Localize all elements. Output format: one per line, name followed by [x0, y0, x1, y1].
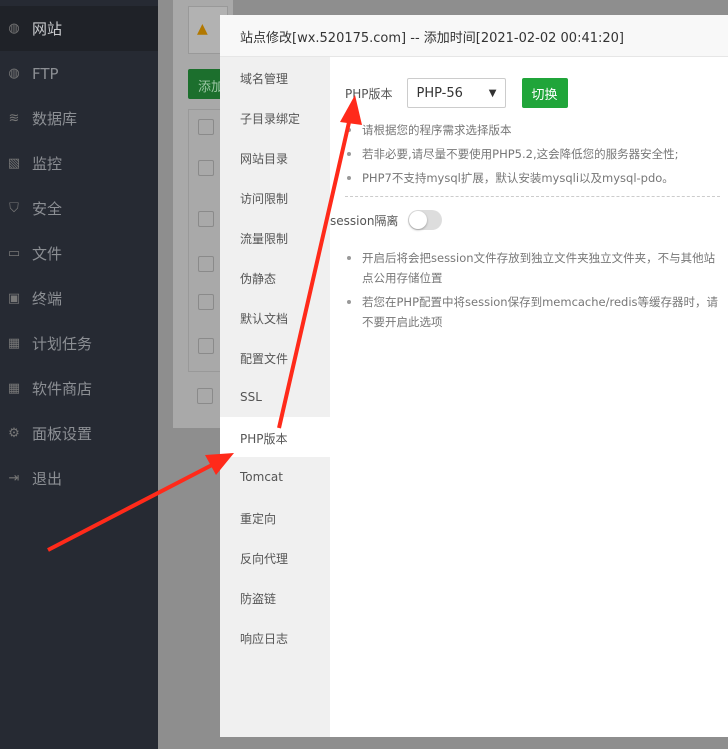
session-tips: 开启后将会把session文件存放到独立文件夹独立文件夹，不与其他站点公用存储位…	[345, 246, 720, 334]
ftp-icon: ◍	[8, 66, 20, 81]
sidebar-item[interactable]: ⛉ 安全	[0, 186, 158, 231]
php-version-select[interactable]: PHP-56 ▼	[406, 78, 506, 108]
modal-menu-item[interactable]: 反向代理	[220, 537, 330, 577]
modal-menu-item[interactable]: 重定向	[220, 497, 330, 537]
php-version-label: PHP版本	[345, 86, 393, 101]
sidebar-item-label: 软件商店	[32, 380, 93, 398]
tip: PHP7不支持mysql扩展，默认安装mysqli以及mysql-pdo。	[345, 166, 720, 190]
sidebar-item-label: 终端	[32, 290, 63, 308]
tip: 请根据您的程序需求选择版本	[345, 118, 720, 142]
modal-menu-item[interactable]: 响应日志	[220, 617, 330, 657]
modal-menu-item[interactable]: 流量限制	[220, 217, 330, 257]
sidebar-item-label: 面板设置	[32, 425, 93, 443]
sidebar-item[interactable]: ⚙ 面板设置	[0, 411, 158, 456]
checkbox[interactable]	[198, 119, 214, 135]
selected-value: PHP-56	[416, 85, 463, 101]
modal-menu-item[interactable]: SSL	[220, 377, 330, 417]
sidebar: ◍ 网站 ◍ FTP ≋ 数据库 ▧ 监控 ⛉ 安全 ▭ 文件 ▣ 终端 ▦ 计划任务 ▦ 软件商店 ⚙ 面板设置 ⇥ 退…	[0, 0, 158, 749]
switch-button[interactable]: 切换	[521, 78, 568, 108]
sidebar-item-label: 网站	[32, 20, 63, 38]
sidebar-item[interactable]: ▦ 软件商店	[0, 366, 158, 411]
sidebar-item[interactable]: ⇥ 退出	[0, 456, 158, 501]
modal-menu: 域名管理 子目录绑定 网站目录 访问限制 流量限制 伪静态 默认文档 配置文件 SSL PHP版本…	[220, 57, 330, 737]
sidebar-item-label: 文件	[32, 245, 63, 263]
checkbox[interactable]	[198, 294, 214, 310]
folder-icon: ▭	[7, 246, 21, 261]
sidebar-item[interactable]: ◍ 网站	[0, 6, 158, 51]
modal-title: 站点修改[wx.520175.com] -- 添加时间[2021-02-02 0…	[220, 15, 728, 57]
sidebar-item-label: 数据库	[32, 110, 78, 128]
sidebar-item-label: FTP	[32, 64, 59, 83]
sidebar-item[interactable]: ▭ 文件	[0, 231, 158, 276]
chevron-down-icon: ▼	[488, 87, 497, 99]
sidebar-item-label: 监控	[32, 155, 63, 173]
database-icon: ≋	[8, 111, 20, 126]
session-toggle[interactable]	[408, 210, 443, 230]
logout-icon: ⇥	[8, 471, 20, 486]
checkbox[interactable]	[198, 211, 214, 227]
divider	[345, 196, 720, 197]
sidebar-item[interactable]: ◍ FTP	[0, 51, 158, 96]
sidebar-item-label: 安全	[32, 200, 63, 218]
checkbox[interactable]	[198, 338, 214, 354]
tip: 若您在PHP配置中将session保存到memcache/redis等缓存器时，…	[345, 290, 720, 334]
modal-menu-item[interactable]: 域名管理	[220, 57, 330, 97]
sidebar-item-label: 计划任务	[32, 335, 93, 353]
modal-menu-item[interactable]: 伪静态	[220, 257, 330, 297]
gear-icon: ⚙	[8, 426, 20, 441]
terminal-icon: ▣	[7, 291, 21, 306]
shield-icon: ⛉	[9, 201, 19, 216]
modal-menu-item[interactable]: 防盗链	[220, 577, 330, 617]
tip: 开启后将会把session文件存放到独立文件夹独立文件夹，不与其他站点公用存储位…	[345, 246, 720, 290]
tip: 若非必要,请尽量不要使用PHP5.2,这会降低您的服务器安全性;	[345, 142, 720, 166]
session-label: session隔离	[330, 213, 399, 228]
sidebar-item[interactable]: ▦ 计划任务	[0, 321, 158, 366]
php-version-panel: PHP版本 PHP-56 ▼ 切换 请根据您的程序需求选择版本 若非必要,请尽量…	[330, 57, 728, 737]
modal-menu-item[interactable]: 网站目录	[220, 137, 330, 177]
sidebar-item[interactable]: ▣ 终端	[0, 276, 158, 321]
grid-icon: ▦	[7, 381, 21, 396]
sidebar-item[interactable]: ≋ 数据库	[0, 96, 158, 141]
checkbox[interactable]	[198, 256, 214, 272]
modal-menu-item[interactable]: 子目录绑定	[220, 97, 330, 137]
checkbox[interactable]	[198, 160, 214, 176]
php-tips: 请根据您的程序需求选择版本 若非必要,请尽量不要使用PHP5.2,这会降低您的服…	[345, 118, 720, 190]
globe-icon: ◍	[8, 21, 20, 36]
sidebar-item[interactable]: ▧ 监控	[0, 141, 158, 186]
modal-menu-item[interactable]: 访问限制	[220, 177, 330, 217]
monitor-icon: ▧	[7, 156, 21, 171]
calendar-icon: ▦	[7, 336, 21, 351]
site-edit-modal: 站点修改[wx.520175.com] -- 添加时间[2021-02-02 0…	[220, 15, 728, 737]
modal-menu-item[interactable]: 配置文件	[220, 337, 330, 377]
checkbox[interactable]	[197, 388, 213, 404]
modal-menu-item[interactable]: 默认文档	[220, 297, 330, 337]
modal-menu-item[interactable]: Tomcat	[220, 457, 330, 497]
modal-menu-item[interactable]: PHP版本	[220, 417, 330, 457]
sidebar-item-label: 退出	[32, 470, 63, 488]
